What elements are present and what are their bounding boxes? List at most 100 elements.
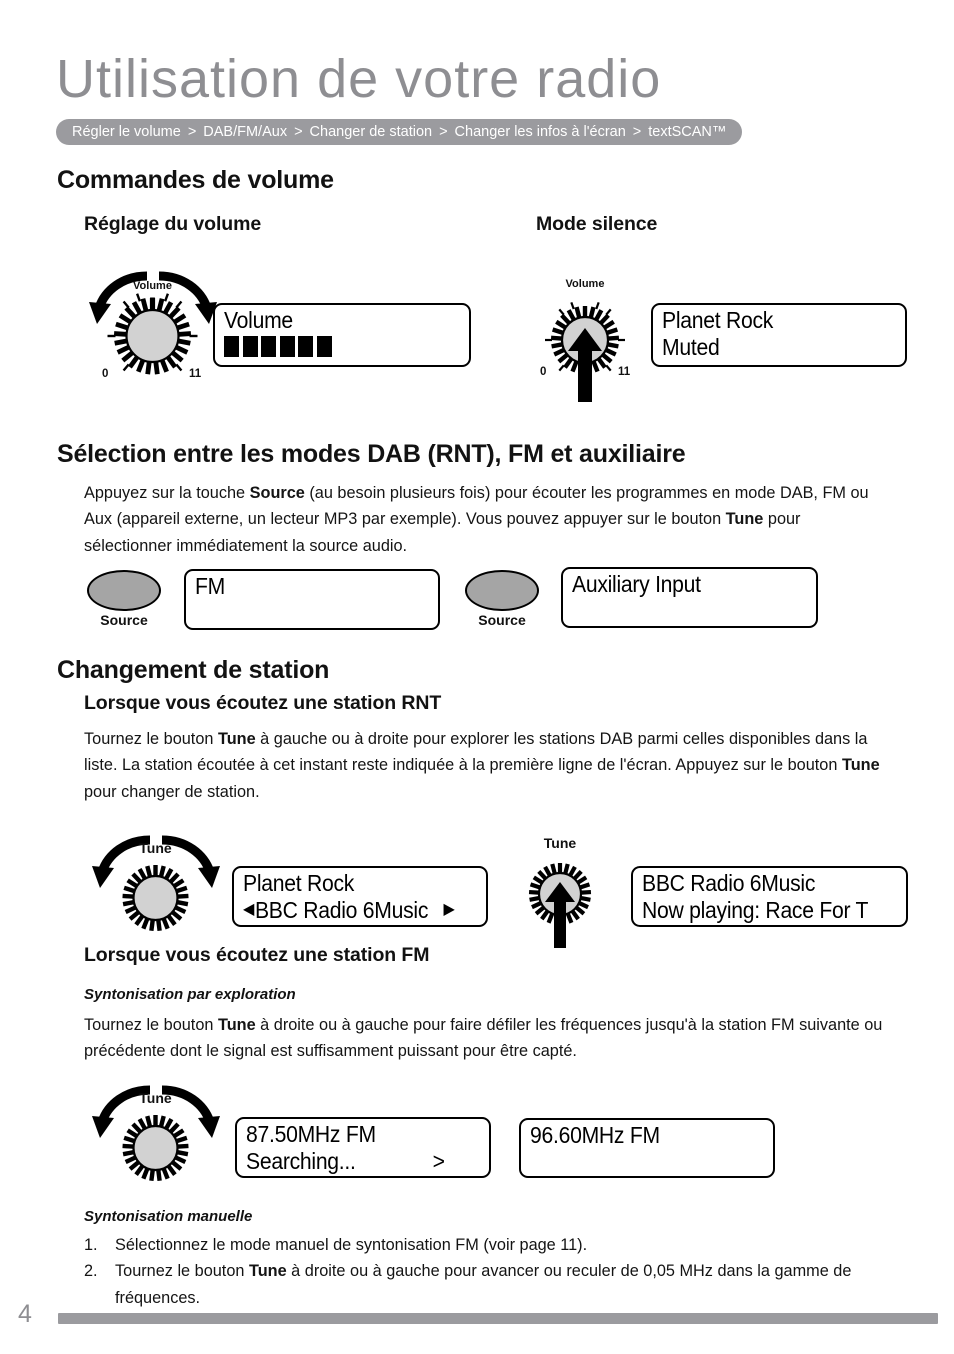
lcd-line-mute-status: Muted xyxy=(662,333,720,360)
section-heading-source: Sélection entre les modes DAB (RNT), FM … xyxy=(57,440,686,468)
lcd-display-fm-searching: 87.50MHz FM Searching... > xyxy=(235,1117,491,1178)
breadcrumb-item-dabfmaux[interactable]: DAB/FM/Aux xyxy=(203,124,287,140)
page-number: 4 xyxy=(18,1300,32,1328)
tune-knob-fm-rotate-diagram: Tune xyxy=(88,1078,223,1188)
knob-label-volume: Volume xyxy=(133,280,172,292)
subheading-fm-station: Lorsque vous écoutez une station FM xyxy=(84,944,430,966)
knob-label-tune: Tune xyxy=(139,840,172,856)
text-run: Sélectionnez le mode manuel de syntonisa… xyxy=(115,1236,588,1254)
bold-source-key: Source xyxy=(249,484,305,502)
lcd-display-dab-playing: BBC Radio 6Music Now playing: Race For T xyxy=(631,866,908,927)
knob-min-label: 0 xyxy=(102,368,109,380)
breadcrumb-separator: > xyxy=(632,124,642,140)
footer-rule xyxy=(58,1313,938,1324)
page-title: Utilisation de votre radio xyxy=(56,49,662,109)
lcd-line-aux: Auxiliary Input xyxy=(572,571,701,597)
knob-label-volume: Volume xyxy=(565,278,605,290)
list-item: 1. Sélectionnez le mode manuel de synton… xyxy=(84,1232,884,1258)
lcd-line-frequency: 87.50MHz FM xyxy=(246,1121,376,1147)
right-chevron-icon: > xyxy=(432,1147,445,1174)
bold-tune-key: Tune xyxy=(725,510,764,529)
breadcrumb-item-infos[interactable]: Changer les infos à l'écran xyxy=(455,124,626,140)
lcd-line-browsing-station: ◀ BBC Radio 6Music ▶ xyxy=(243,897,458,924)
volume-bar xyxy=(242,335,258,357)
lcd-line-searching-status: Searching... > xyxy=(246,1148,461,1175)
breadcrumb: Régler le volume > DAB/FM/Aux > Changer … xyxy=(56,119,743,145)
lcd-line-now-playing: Now playing: Race For T xyxy=(642,896,869,923)
list-text: Tournez le bouton Tune à droite ou à gau… xyxy=(115,1258,884,1311)
lcd-line-frequency-found: 96.60MHz FM xyxy=(530,1122,660,1148)
section-heading-station: Changement de station xyxy=(57,656,330,684)
left-arrow-icon: ◀ xyxy=(243,900,255,918)
lcd-browse-text: BBC Radio 6Music xyxy=(254,896,429,923)
lcd-display-fm-source: FM xyxy=(184,569,440,630)
knob-label-tune: Tune xyxy=(543,835,577,851)
volume-knob-rotate-diagram: Volume 0 11 xyxy=(85,258,220,388)
bold-tune-key: Tune xyxy=(248,1262,287,1281)
volume-bar xyxy=(279,335,295,357)
text-run: pour changer de station. xyxy=(84,782,260,801)
lcd-line-station-name: Planet Rock xyxy=(662,307,774,333)
text-run: Tournez le bouton xyxy=(115,1262,249,1281)
text-run: Tournez le bouton xyxy=(84,730,218,748)
volume-bar xyxy=(224,335,239,357)
knob-min-label: 0 xyxy=(540,366,547,378)
list-number: 2. xyxy=(84,1262,98,1281)
list-text: Sélectionnez le mode manuel de syntonisa… xyxy=(115,1232,587,1258)
right-arrow-icon: ▶ xyxy=(443,900,455,918)
paragraph-scan-tuning: Tournez le bouton Tune à droite ou à gau… xyxy=(84,1012,884,1065)
text-run: Appuyez sur la touche xyxy=(84,484,250,502)
bold-tune-key: Tune xyxy=(217,1016,256,1034)
source-button-shape[interactable] xyxy=(87,570,161,611)
lcd-display-volume: Volume xyxy=(213,303,471,367)
paragraph-source: Appuyez sur la touche Source (au besoin … xyxy=(84,480,884,559)
lcd-line-volume-title: Volume xyxy=(224,307,293,333)
knob-label-tune: Tune xyxy=(139,1090,172,1106)
press-knob-icon xyxy=(545,302,625,402)
lcd-line-current-station: Planet Rock xyxy=(243,870,355,896)
section-heading-volume: Commandes de volume xyxy=(57,166,334,194)
subheading-mute-mode: Mode silence xyxy=(536,213,658,235)
press-knob-icon xyxy=(528,863,592,948)
manual-page: Utilisation de votre radio Régler le vol… xyxy=(0,0,954,1354)
source-button-fm[interactable]: Source xyxy=(87,570,161,628)
subheading-dab-station: Lorsque vous écoutez une station RNT xyxy=(84,692,442,714)
lcd-display-aux-source: Auxiliary Input xyxy=(561,567,818,628)
subtitle-scan-tuning: Syntonisation par exploration xyxy=(84,986,296,1003)
subtitle-manual-tuning: Syntonisation manuelle xyxy=(84,1208,253,1225)
lcd-display-muted: Planet Rock Muted xyxy=(651,303,907,367)
tune-knob-rotate-diagram: Tune xyxy=(88,828,223,938)
paragraph-dab: Tournez le bouton Tune à gauche ou à dro… xyxy=(84,726,884,805)
source-button-shape[interactable] xyxy=(465,570,539,611)
list-item: 2. Tournez le bouton Tune à droite ou à … xyxy=(84,1258,884,1311)
breadcrumb-separator: > xyxy=(187,124,197,140)
source-button-aux[interactable]: Source xyxy=(465,570,539,628)
volume-bar xyxy=(261,335,276,357)
breadcrumb-separator: > xyxy=(294,124,303,140)
lcd-display-dab-browse: Planet Rock ◀ BBC Radio 6Music ▶ xyxy=(232,866,488,927)
text-run: Tournez le bouton xyxy=(84,1016,218,1034)
lcd-line-fm: FM xyxy=(195,573,226,599)
breadcrumb-item-volume[interactable]: Régler le volume xyxy=(72,124,181,140)
breadcrumb-item-station[interactable]: Changer de station xyxy=(310,124,433,140)
volume-bar xyxy=(298,335,313,357)
lcd-searching-text: Searching... xyxy=(246,1147,356,1174)
source-button-label: Source xyxy=(100,612,148,628)
volume-bar xyxy=(316,335,332,357)
breadcrumb-item-textscan[interactable]: textSCAN™ xyxy=(648,124,726,140)
tune-knob-press-diagram: Tune xyxy=(520,835,606,950)
knob-knurl-ring xyxy=(107,293,198,375)
volume-level-bars xyxy=(224,335,460,357)
bold-tune-key: Tune xyxy=(841,756,880,775)
volume-knob-press-diagram: Volume 0 11 xyxy=(540,278,640,408)
bold-tune-key: Tune xyxy=(217,730,256,748)
source-button-label: Source xyxy=(478,612,526,628)
lcd-display-fm-found: 96.60MHz FM xyxy=(519,1118,775,1178)
lcd-line-selected-station: BBC Radio 6Music xyxy=(642,870,816,896)
breadcrumb-separator: > xyxy=(439,124,448,140)
subheading-volume-adjust: Réglage du volume xyxy=(84,213,262,235)
list-number: 1. xyxy=(84,1236,98,1254)
knob-max-label: 11 xyxy=(618,366,631,378)
manual-tuning-list: 1. Sélectionnez le mode manuel de synton… xyxy=(84,1232,884,1311)
knob-max-label: 11 xyxy=(189,368,202,380)
